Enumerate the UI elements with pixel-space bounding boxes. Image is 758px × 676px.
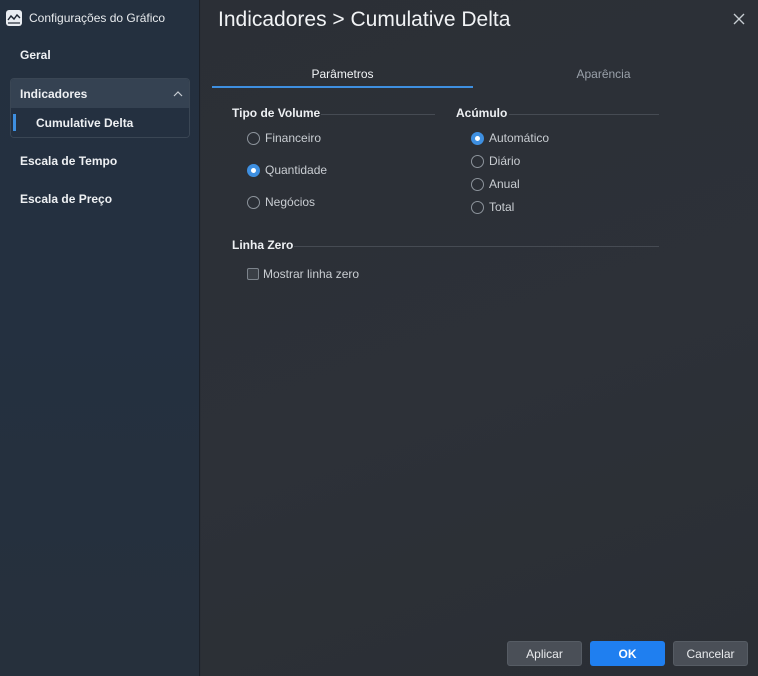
radio-label: Anual <box>489 177 520 191</box>
radio-indicator[interactable] <box>471 177 484 191</box>
radio-automatico[interactable]: Automático <box>471 131 549 145</box>
sidebar-item-label: Escala de Preço <box>20 192 113 206</box>
radio-indicator[interactable] <box>247 163 260 177</box>
tab-aparencia[interactable]: Aparência <box>473 64 734 88</box>
ok-button[interactable]: OK <box>590 641 665 666</box>
radio-indicator[interactable] <box>247 195 260 209</box>
sidebar-item-label: Escala de Tempo <box>20 154 118 168</box>
radio-indicator[interactable] <box>471 200 484 214</box>
section-title-accumulation: Acúmulo <box>456 106 508 120</box>
window-titlebar: Configurações do Gráfico <box>6 9 165 27</box>
close-icon[interactable] <box>732 12 746 26</box>
section-divider <box>509 114 659 115</box>
section-title-zero-line: Linha Zero <box>232 238 294 252</box>
sidebar-item-label: Cumulative Delta <box>36 115 134 130</box>
section-divider <box>294 246 659 247</box>
section-title-volume-type: Tipo de Volume <box>232 106 321 120</box>
radio-negocios[interactable]: Negócios <box>247 195 315 209</box>
sidebar-item-escala-de-preco[interactable]: Escala de Preço <box>10 185 190 213</box>
sidebar-item-geral[interactable]: Geral <box>10 41 190 69</box>
radio-label: Quantidade <box>265 163 328 177</box>
radio-label: Financeiro <box>265 131 322 145</box>
tab-parametros[interactable]: Parâmetros <box>212 64 473 88</box>
radio-indicator[interactable] <box>471 154 484 168</box>
radio-label: Total <box>489 200 515 214</box>
radio-total[interactable]: Total <box>471 200 514 214</box>
chevron-up-icon[interactable] <box>172 88 184 100</box>
radio-label: Negócios <box>265 195 316 209</box>
apply-button[interactable]: Aplicar <box>507 641 582 666</box>
radio-financeiro[interactable]: Financeiro <box>247 131 321 145</box>
sidebar-item-label: Geral <box>20 48 51 62</box>
sidebar-item-label: Indicadores <box>20 86 88 101</box>
cancel-button[interactable]: Cancelar <box>673 641 748 666</box>
checkbox-label: Mostrar linha zero <box>263 267 360 281</box>
window-title: Configurações do Gráfico <box>29 11 166 25</box>
sidebar-item-cumulative-delta[interactable]: Cumulative Delta <box>11 108 189 137</box>
page-title: Indicadores > Cumulative Delta <box>218 8 511 31</box>
radio-label: Diário <box>489 154 521 168</box>
sidebar-item-escala-de-tempo[interactable]: Escala de Tempo <box>10 147 190 175</box>
sidebar: Configurações do Gráfico Geral Indicador… <box>0 0 200 676</box>
checkbox-indicator[interactable] <box>247 268 259 280</box>
radio-quantidade[interactable]: Quantidade <box>247 163 327 177</box>
chart-line-icon <box>6 10 22 26</box>
zero-line-checkbox[interactable]: Mostrar linha zero <box>247 267 359 281</box>
radio-indicator[interactable] <box>471 131 484 145</box>
sidebar-item-indicadores[interactable]: Indicadores <box>11 79 189 108</box>
radio-label: Automático <box>489 131 550 145</box>
section-divider <box>321 114 435 115</box>
sidebar-group-indicadores: Indicadores Cumulative Delta <box>10 78 190 138</box>
radio-indicator[interactable] <box>247 131 260 145</box>
radio-diario[interactable]: Diário <box>471 154 520 168</box>
main-panel: Indicadores > Cumulative Delta Parâmetro… <box>201 0 758 676</box>
radio-anual[interactable]: Anual <box>471 177 520 191</box>
